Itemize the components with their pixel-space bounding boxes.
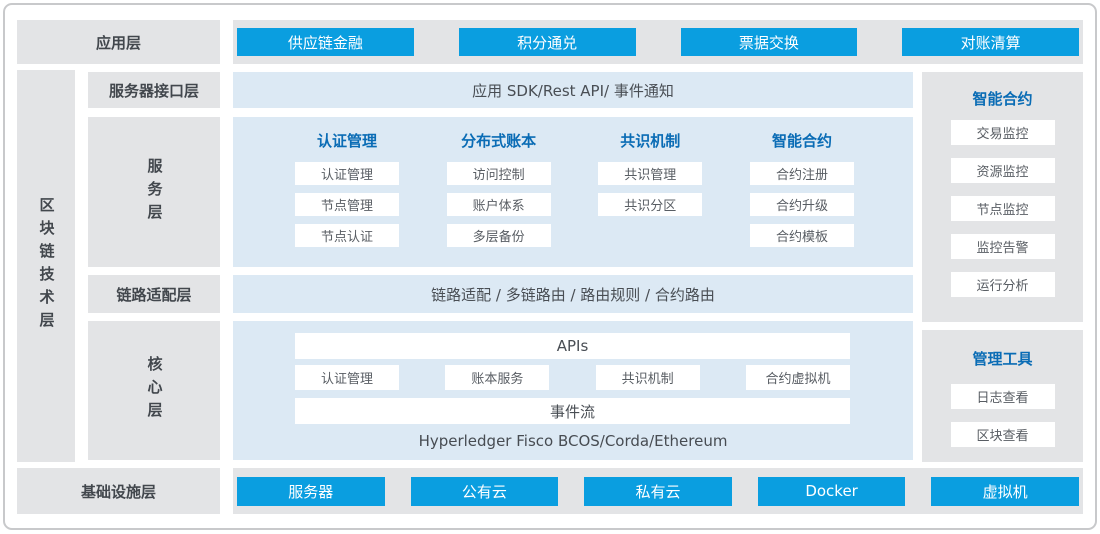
- column-title: 认证管理: [317, 130, 377, 149]
- panel-title: 管理工具: [972, 348, 1032, 367]
- service-item: 节点管理: [295, 193, 399, 216]
- core-module: 共识机制: [596, 365, 700, 390]
- event-stream-bar: 事件流: [295, 398, 850, 424]
- service-item: 访问控制: [447, 162, 551, 185]
- service-columns: 认证管理 认证管理 节点管理 节点认证 分布式账本 访问控制 账户体系 多层备份…: [295, 130, 854, 247]
- apis-bar: APIs: [295, 333, 850, 359]
- panel-item: 交易监控: [951, 120, 1055, 145]
- service-layer-label: 服务层: [88, 117, 220, 267]
- core-layer-text: 核心层: [147, 356, 162, 425]
- app-block-points-exchange: 积分通兑: [459, 28, 636, 56]
- panel-title: 智能合约: [972, 88, 1032, 107]
- panel-item: 日志查看: [951, 384, 1055, 409]
- blockchain-tech-layer-text: 区块链技术层: [39, 197, 54, 335]
- core-layer-box: APIs 认证管理 账本服务 共识机制 合约虚拟机 事件流 Hyperledge…: [233, 321, 913, 460]
- service-item: 共识管理: [598, 162, 702, 185]
- core-module: 合约虚拟机: [746, 365, 850, 390]
- infra-block-private-cloud: 私有云: [584, 477, 732, 506]
- core-module: 认证管理: [295, 365, 399, 390]
- core-modules-row: 认证管理 账本服务 共识机制 合约虚拟机: [295, 365, 850, 390]
- service-layer-box: 认证管理 认证管理 节点管理 节点认证 分布式账本 访问控制 账户体系 多层备份…: [233, 117, 913, 267]
- app-layer-label: 应用层: [17, 20, 220, 64]
- link-adapter-layer-label: 链路适配层: [88, 275, 220, 313]
- link-adapter-bar: 链路适配 / 多链路由 / 路由规则 / 合约路由: [233, 275, 913, 313]
- service-item: 合约注册: [750, 162, 854, 185]
- app-block-bill-exchange: 票据交换: [681, 28, 858, 56]
- panel-item: 资源监控: [951, 158, 1055, 183]
- infra-block-public-cloud: 公有云: [411, 477, 559, 506]
- infra-layer-row: 服务器 公有云 私有云 Docker 虚拟机: [233, 468, 1083, 514]
- service-item: 合约模板: [750, 224, 854, 247]
- service-column-smart-contract: 智能合约 合约注册 合约升级 合约模板: [750, 130, 854, 247]
- service-item: 账户体系: [447, 193, 551, 216]
- platforms-text: Hyperledger Fisco BCOS/Corda/Ethereum: [233, 432, 913, 450]
- service-item: 共识分区: [598, 193, 702, 216]
- sdk-api-event-bar: 应用 SDK/Rest API/ 事件通知: [233, 72, 913, 108]
- infra-block-docker: Docker: [758, 477, 906, 506]
- server-interface-layer-label: 服务器接口层: [88, 72, 220, 108]
- infra-layer-label: 基础设施层: [17, 468, 220, 514]
- blockchain-architecture-page: { "colors": { "accent_blue": "#0a9ee0", …: [0, 0, 1100, 534]
- app-block-reconciliation-clearing: 对账清算: [902, 28, 1079, 56]
- blockchain-tech-layer-label: 区块链技术层: [17, 70, 75, 462]
- panel-item: 区块查看: [951, 422, 1055, 447]
- core-layer-label: 核心层: [88, 321, 220, 460]
- service-item: 认证管理: [295, 162, 399, 185]
- app-block-supply-chain-finance: 供应链金融: [237, 28, 414, 56]
- service-column-consensus: 共识机制 共识管理 共识分区: [598, 130, 702, 247]
- column-title: 智能合约: [772, 130, 832, 149]
- panel-item: 节点监控: [951, 196, 1055, 221]
- app-layer-row: 供应链金融 积分通兑 票据交换 对账清算: [233, 20, 1083, 64]
- side-panel-smart-contract: 智能合约 交易监控 资源监控 节点监控 监控告警 运行分析: [922, 72, 1083, 322]
- service-layer-text: 服务层: [147, 158, 162, 227]
- service-item: 多层备份: [447, 224, 551, 247]
- panel-item: 监控告警: [951, 234, 1055, 259]
- service-item: 合约升级: [750, 193, 854, 216]
- panel-item: 运行分析: [951, 272, 1055, 297]
- column-title: 共识机制: [620, 130, 680, 149]
- service-item: 节点认证: [295, 224, 399, 247]
- infra-block-vm: 虚拟机: [931, 477, 1079, 506]
- infra-block-server: 服务器: [237, 477, 385, 506]
- column-title: 分布式账本: [461, 130, 536, 149]
- service-column-auth: 认证管理 认证管理 节点管理 节点认证: [295, 130, 399, 247]
- core-module: 账本服务: [445, 365, 549, 390]
- service-column-distributed-ledger: 分布式账本 访问控制 账户体系 多层备份: [447, 130, 551, 247]
- side-panel-management-tools: 管理工具 日志查看 区块查看: [922, 330, 1083, 462]
